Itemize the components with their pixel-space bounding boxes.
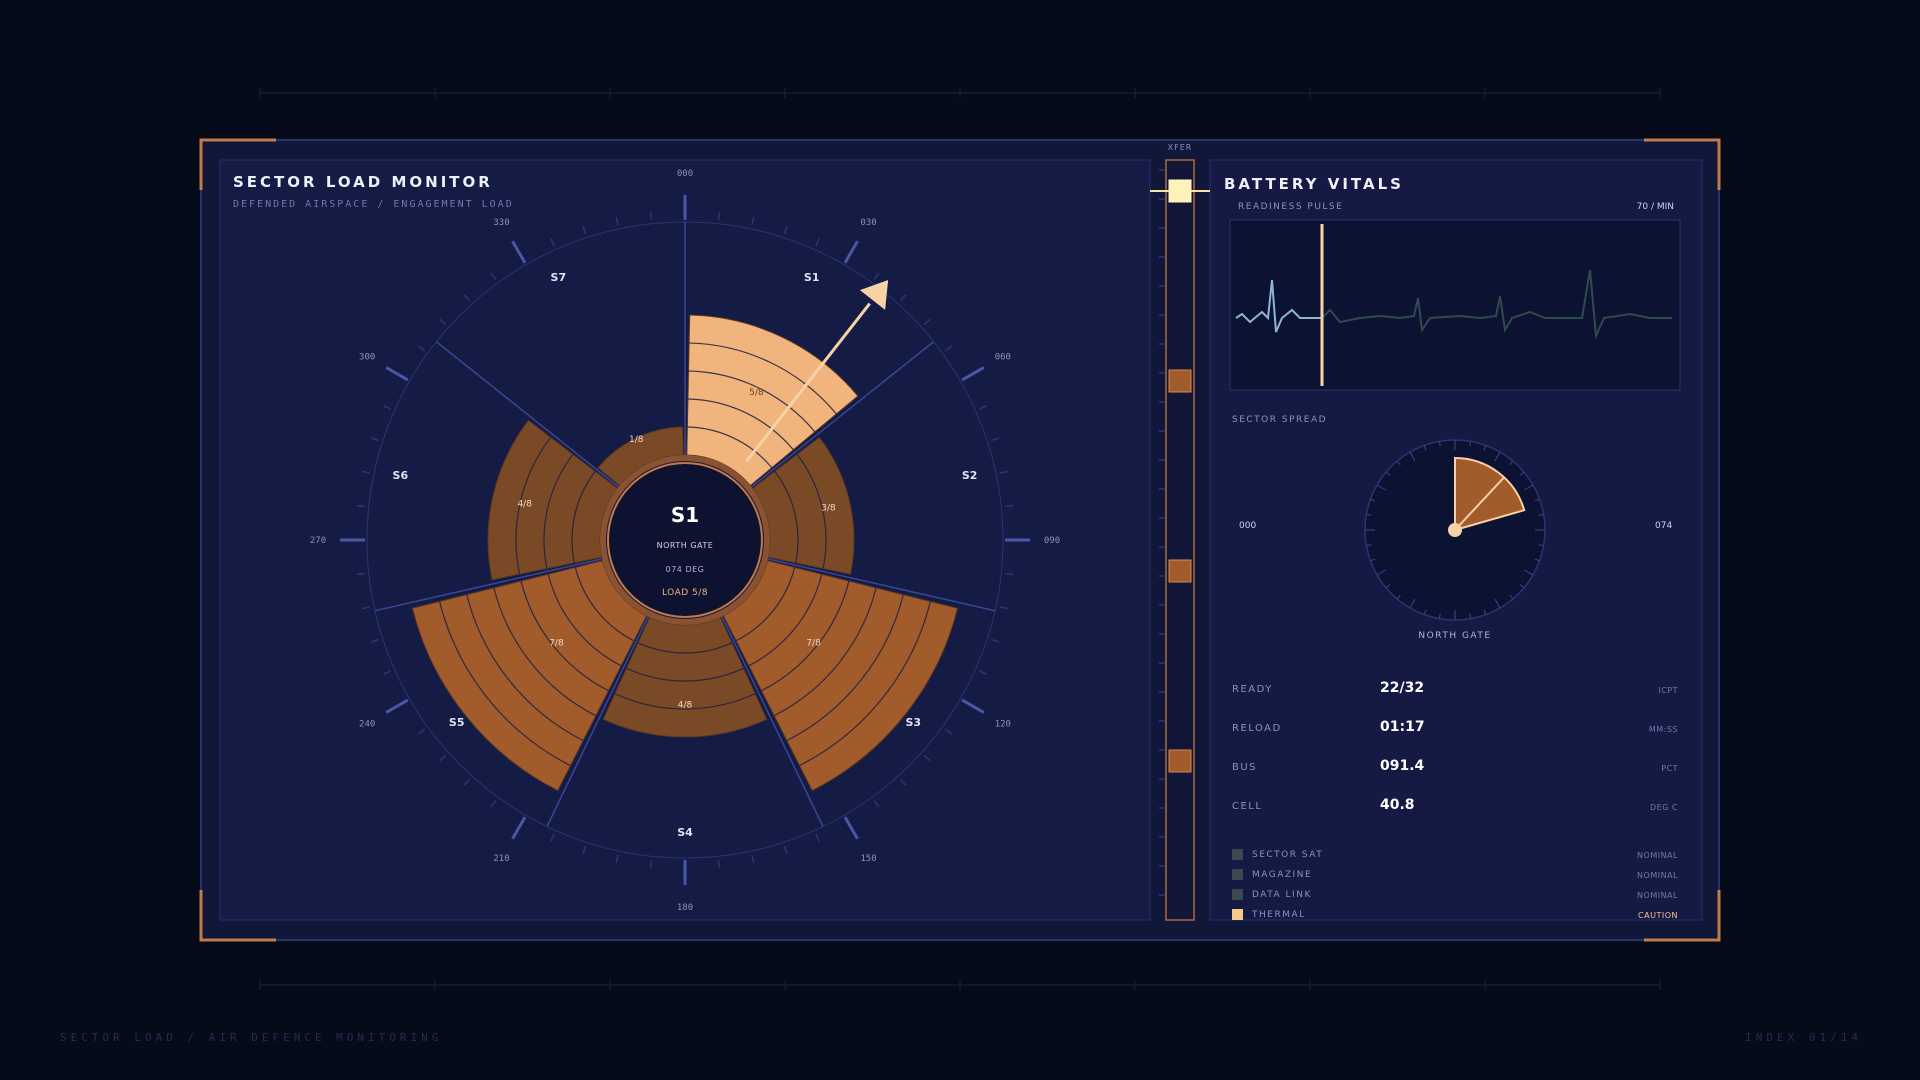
status-label: SECTOR SAT (1252, 850, 1324, 860)
status-label: THERMAL (1252, 910, 1306, 920)
spread-pivot (1448, 523, 1462, 537)
hub-bearing: 074 DEG (665, 565, 705, 574)
stat-label: READY (1232, 684, 1273, 695)
stat-value: 22/32 (1380, 680, 1425, 696)
pulse-rate: 70 / MIN (1636, 202, 1674, 212)
stat-unit: DEG C (1649, 803, 1678, 812)
status-swatch (1232, 849, 1243, 860)
status-swatch (1232, 889, 1243, 900)
hub-sector-id: S1 (670, 503, 700, 527)
pulse-label: READINESS PULSE (1238, 202, 1344, 212)
stat-label: CELL (1232, 801, 1263, 812)
spread-label: SECTOR SPREAD (1232, 415, 1328, 425)
footer-index: INDEX 01/14 (1745, 1031, 1862, 1044)
status-state: NOMINAL (1637, 851, 1678, 860)
stat-unit: ICPT (1658, 686, 1678, 695)
stat-unit: MM:SS (1648, 725, 1678, 734)
status-label: MAGAZINE (1252, 870, 1313, 880)
stat-value: 01:17 (1380, 719, 1425, 735)
status-state: NOMINAL (1637, 891, 1678, 900)
status-label: DATA LINK (1252, 890, 1312, 900)
stat-value: 091.4 (1380, 758, 1425, 774)
stat-label: RELOAD (1232, 723, 1282, 734)
status-state: CAUTION (1638, 911, 1678, 920)
footer-caption: SECTOR LOAD / AIR DEFENCE MONITORING (60, 1031, 443, 1044)
panel-subtitle: DEFENDED AIRSPACE / ENGAGEMENT LOAD (233, 199, 514, 210)
stat-unit: PCT (1661, 764, 1678, 773)
hub-load: LOAD 5/8 (661, 588, 709, 598)
status-state: NOMINAL (1637, 871, 1678, 880)
spread-sector-name: NORTH GATE (1418, 631, 1492, 641)
hub-sector-name: NORTH GATE (656, 541, 714, 550)
spread-end-value: 074 (1655, 521, 1673, 531)
panel-title: SECTOR LOAD MONITOR (233, 173, 493, 191)
stage: 000 030 060 090 120 150 180 210 240 270 300 330 5/8 S… (0, 0, 1920, 1080)
pulse-box (1229, 219, 1681, 391)
spread-start-value: 000 (1239, 521, 1257, 531)
stat-value: 40.8 (1380, 797, 1415, 813)
stat-label: BUS (1232, 762, 1258, 773)
status-swatch (1232, 909, 1243, 920)
xfer-label: XFER (1167, 143, 1193, 152)
vitals-title: BATTERY VITALS (1224, 175, 1404, 193)
status-swatch (1232, 869, 1243, 880)
